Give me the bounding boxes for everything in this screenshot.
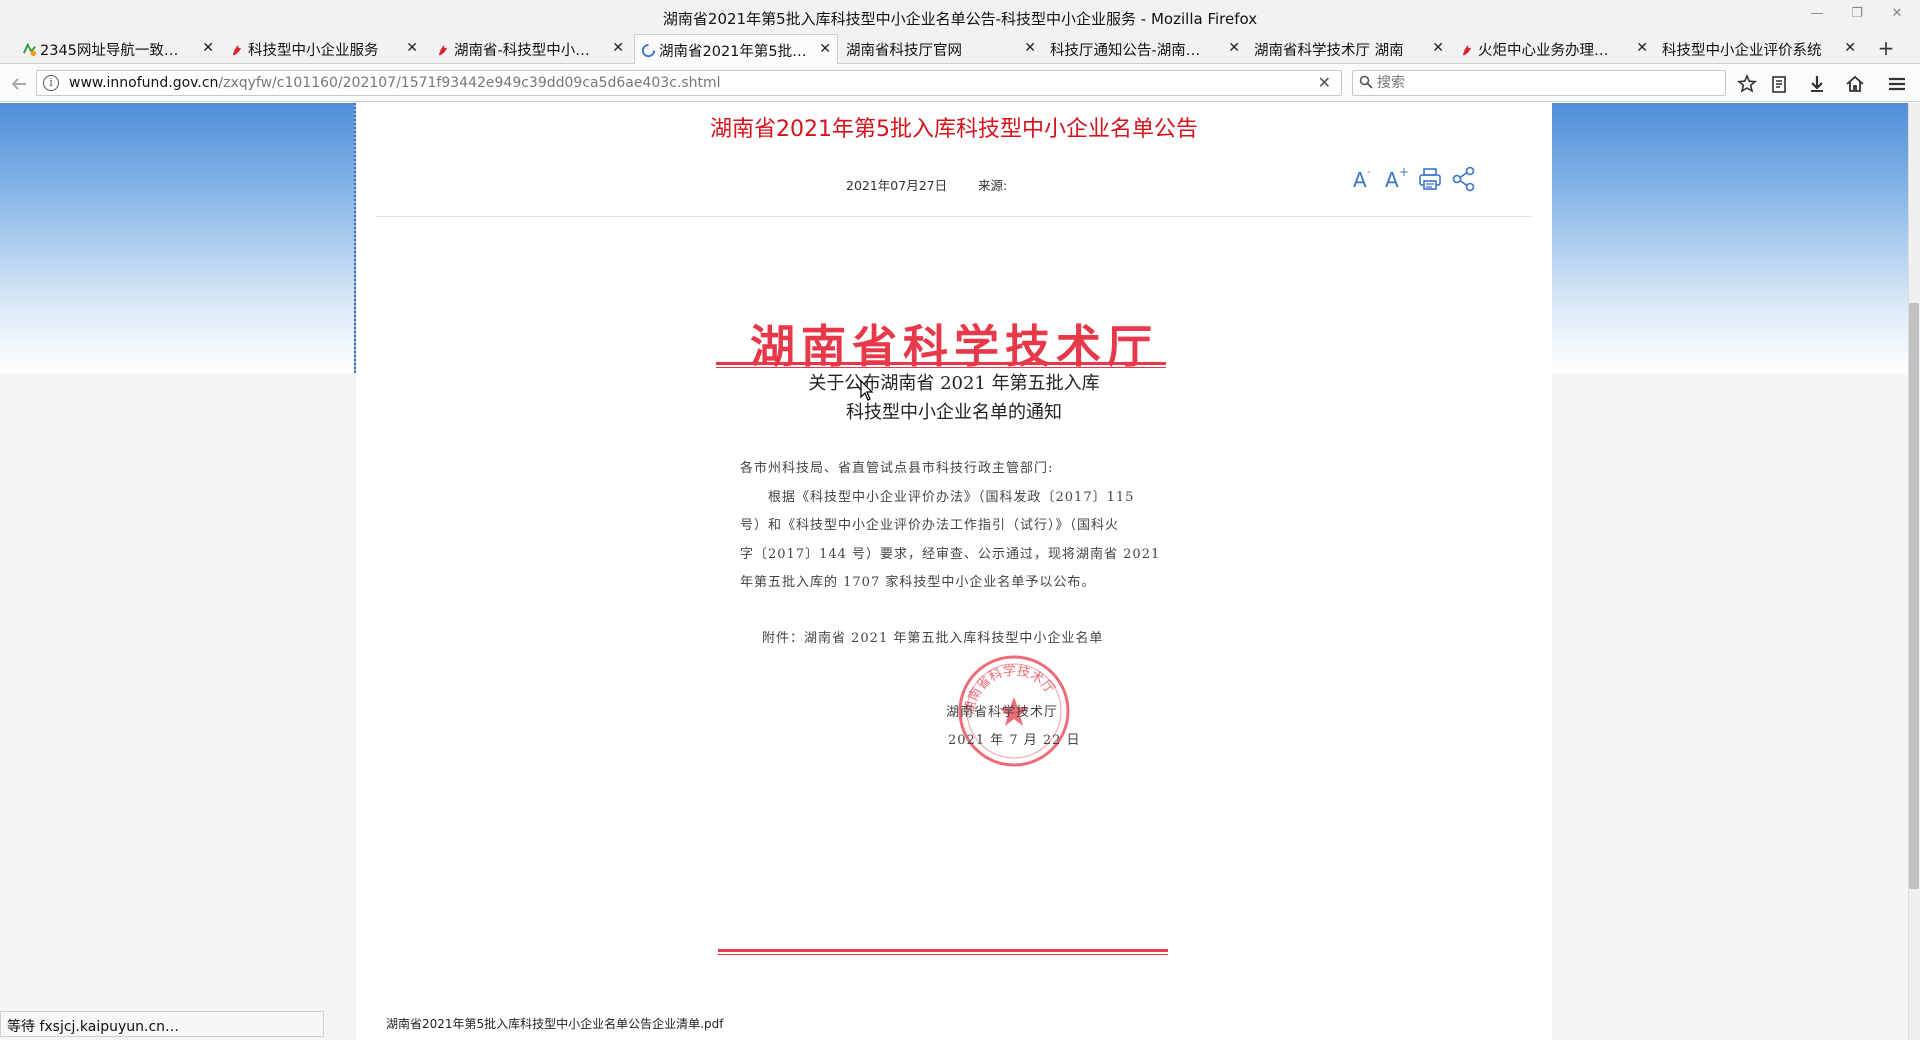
document-footer-rule xyxy=(718,949,1168,952)
stop-loading-icon[interactable]: ✕ xyxy=(1318,73,1331,92)
document-header: 湖南省科学技术厅 xyxy=(749,320,1158,373)
font-increase-icon[interactable]: A + xyxy=(1382,165,1410,193)
tab-hunan-smes[interactable]: 湖南省-科技型中小… ✕ xyxy=(430,34,630,64)
svg-text:A: A xyxy=(1353,168,1367,192)
reading-list-icon[interactable] xyxy=(1768,73,1790,95)
header-divider xyxy=(376,216,1532,217)
close-tab-icon[interactable]: ✕ xyxy=(406,40,418,56)
url-text[interactable]: www.innofund.gov.cn/zxqyfw/c101160/20210… xyxy=(69,75,721,91)
close-tab-icon[interactable]: ✕ xyxy=(612,40,624,56)
tab-label: 湖南省2021年第5批… xyxy=(659,43,807,60)
tab-eval-system[interactable]: 科技型中小企业评价系统 ✕ xyxy=(1658,34,1862,64)
tab-label: 2345网址导航一致… xyxy=(40,42,179,59)
tab-label: 湖南省科技厅官网 xyxy=(846,42,962,59)
page-viewport: 湖南省2021年第5批入库科技型中小企业名单公告 2021年07月27日 来源:… xyxy=(0,103,1920,1040)
menu-hamburger-icon[interactable] xyxy=(1886,73,1908,95)
tab-strip: 2345网址导航一致… ✕ 科技型中小企业服务 ✕ 湖南省-科技型中小… ✕ 湖… xyxy=(0,34,1920,65)
svg-text:-: - xyxy=(1367,167,1371,178)
window-titlebar: 湖南省2021年第5批入库科技型中小企业名单公告-科技型中小企业服务 - Moz… xyxy=(0,0,1920,34)
search-bar[interactable] xyxy=(1352,70,1726,96)
document-signature-org: 湖南省科学技术厅 xyxy=(946,705,1059,720)
tab-label: 科技型中小企业评价系统 xyxy=(1662,42,1822,59)
background-right xyxy=(1552,373,1908,1040)
print-icon[interactable] xyxy=(1416,165,1444,193)
torch-logo-icon xyxy=(438,44,448,56)
tab-hunan-kjt[interactable]: 湖南省科学技术厅 湖南… ✕ xyxy=(1250,34,1450,64)
tab-2345[interactable]: 2345网址导航一致… ✕ xyxy=(16,34,220,64)
restore-button[interactable]: ❐ xyxy=(1846,6,1868,26)
attachment-link[interactable]: 湖南省2021年第5批入库科技型中小企业名单公告企业清单.pdf xyxy=(386,1015,723,1032)
article-title: 湖南省2021年第5批入库科技型中小企业名单公告 xyxy=(710,117,1198,142)
tab-label: 火炬中心业务办理… xyxy=(1478,42,1609,59)
tab-label: 科技型中小企业服务 xyxy=(248,42,379,59)
background-banner-left xyxy=(0,103,356,373)
tab-innofund[interactable]: 科技型中小企业服务 ✕ xyxy=(224,34,424,64)
close-tab-icon[interactable]: ✕ xyxy=(1432,40,1444,56)
document-attachment-line: 附件：湖南省 2021 年第五批入库科技型中小企业名单 xyxy=(762,631,1104,646)
close-tab-icon[interactable]: ✕ xyxy=(202,40,214,56)
close-tab-icon[interactable]: ✕ xyxy=(1228,40,1240,56)
tab-label: 湖南省科学技术厅 湖南… xyxy=(1254,42,1404,59)
loading-spinner-icon xyxy=(641,43,656,58)
font-decrease-icon[interactable]: A- xyxy=(1350,165,1378,193)
close-window-button[interactable]: ✕ xyxy=(1886,6,1908,26)
article-page: 湖南省2021年第5批入库科技型中小企业名单公告 2021年07月27日 来源:… xyxy=(356,103,1552,1040)
close-tab-icon[interactable]: ✕ xyxy=(819,41,831,57)
svg-text:+: + xyxy=(1399,165,1409,179)
document-signature-date: 2021 年 7 月 22 日 xyxy=(948,733,1081,748)
mouse-cursor-icon xyxy=(860,380,874,401)
search-input[interactable] xyxy=(1377,74,1707,92)
torch-logo-icon xyxy=(232,44,242,56)
document-header-rule-thin xyxy=(716,367,1166,368)
document-header-rule xyxy=(716,362,1166,365)
close-tab-icon[interactable]: ✕ xyxy=(1024,40,1036,56)
tab-notice[interactable]: 科技厅通知公告-湖南… ✕ xyxy=(1046,34,1246,64)
share-icon[interactable] xyxy=(1450,165,1478,193)
window-title: 湖南省2021年第5批入库科技型中小企业名单公告-科技型中小企业服务 - Moz… xyxy=(662,10,1258,28)
url-bar[interactable]: i www.innofund.gov.cn/zxqyfw/c101160/202… xyxy=(36,70,1342,96)
document-addressee: 各市州科技局、省直管试点县市科技行政主管部门: xyxy=(740,461,1054,476)
background-left xyxy=(0,373,356,1040)
url-path: /zxqyfw/c101160/202107/1571f93442e949c39… xyxy=(218,75,721,91)
home-icon[interactable] xyxy=(1844,73,1866,95)
document-footer-rule-thin xyxy=(718,954,1168,955)
close-tab-icon[interactable]: ✕ xyxy=(1844,40,1856,56)
tab-hunan-sti[interactable]: 湖南省科技厅官网 ✕ xyxy=(842,34,1042,64)
document-body-line: 字〔2017〕144 号）要求，经审查、公示通过，现将湖南省 2021 xyxy=(740,547,1161,562)
tab-current[interactable]: 湖南省2021年第5批… ✕ xyxy=(634,34,838,65)
background-banner-right xyxy=(1552,103,1908,373)
2345-site-icon xyxy=(23,42,37,57)
scrollbar-thumb[interactable] xyxy=(1909,303,1919,889)
download-icon[interactable] xyxy=(1806,73,1828,95)
document-body-line: 年第五批入库的 1707 家科技型中小企业名单予以公布。 xyxy=(740,575,1096,590)
new-tab-button[interactable]: + xyxy=(1872,34,1900,64)
article-source: 来源: xyxy=(978,178,1008,193)
document-subtitle-line2: 科技型中小企业名单的通知 xyxy=(846,402,1062,423)
document-body-line: 号）和《科技型中小企业评价办法工作指引（试行）》（国科火 xyxy=(740,518,1120,533)
torch-logo-icon xyxy=(1462,44,1472,56)
navigation-toolbar: i www.innofund.gov.cn/zxqyfw/c101160/202… xyxy=(0,64,1920,102)
tab-label: 科技厅通知公告-湖南… xyxy=(1050,42,1200,59)
article-date: 2021年07月27日 xyxy=(846,178,948,193)
url-host: www.innofund.gov.cn xyxy=(69,75,219,91)
search-icon xyxy=(1359,75,1373,89)
minimize-button[interactable]: — xyxy=(1806,6,1828,26)
document-body-line: 根据《科技型中小企业评价办法》（国科发政〔2017〕115 xyxy=(740,490,1135,505)
close-tab-icon[interactable]: ✕ xyxy=(1636,40,1648,56)
back-arrow-icon[interactable] xyxy=(8,73,30,95)
site-info-icon[interactable]: i xyxy=(43,75,59,91)
document-subtitle-line1: 关于公布湖南省 2021 年第五批入库 xyxy=(808,373,1100,394)
bookmark-star-icon[interactable] xyxy=(1736,73,1758,95)
status-bar: 等待 fxsjcj.kaipuyun.cn… xyxy=(0,1011,324,1037)
tab-label: 湖南省-科技型中小… xyxy=(454,42,590,59)
svg-text:A: A xyxy=(1385,168,1399,192)
tab-torch-center[interactable]: 火炬中心业务办理… ✕ xyxy=(1454,34,1654,64)
